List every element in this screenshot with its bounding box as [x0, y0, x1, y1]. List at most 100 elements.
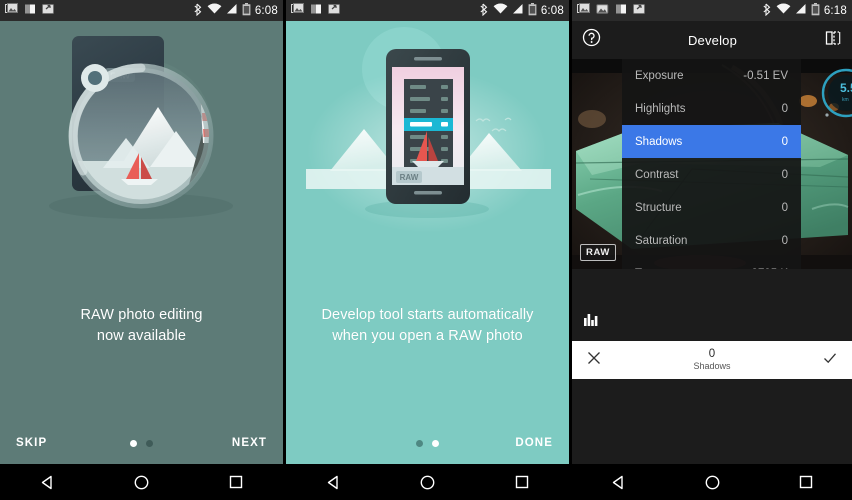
menu-item-value: 3795 K [752, 268, 788, 270]
back-icon[interactable] [39, 474, 56, 491]
menu-item-structure[interactable]: Structure 0 [622, 191, 801, 224]
home-icon[interactable] [419, 474, 436, 491]
battery-icon [811, 2, 820, 19]
onboarding-1-body: RAW photo editing now available [0, 21, 283, 464]
editor-workspace [572, 269, 852, 341]
status-bar-left-icons-3 [577, 3, 646, 18]
onboarding-screen-1: 6:08 RAW photo editing now available SKI… [0, 0, 283, 500]
status-bar-1: 6:08 [0, 0, 283, 21]
onboarding-1-headline-line2: now available [96, 328, 187, 344]
screenshot-icon [328, 3, 341, 18]
develop-editor-screen: 6:18 Develop 5. km RAW Exposure -0.51 EV… [572, 0, 852, 500]
adjustment-value: 0 [708, 348, 716, 361]
home-icon[interactable] [133, 474, 150, 491]
menu-item-highlights[interactable]: Highlights 0 [622, 92, 801, 125]
screenshot-icon [42, 3, 55, 18]
bluetooth-icon [763, 3, 772, 19]
svg-text:RAW: RAW [400, 173, 419, 182]
menu-item-value: -0.51 EV [743, 69, 788, 82]
menu-item-label: Saturation [635, 234, 688, 247]
wifi-icon [776, 3, 791, 18]
photo-preview[interactable]: 5.5 km RAW [572, 59, 852, 269]
close-icon[interactable] [586, 350, 602, 371]
contrast-icon [310, 3, 322, 18]
lens-knob [81, 64, 109, 92]
status-bar-right-icons-2: 6:08 [480, 2, 564, 19]
photos-icon [5, 3, 18, 18]
onboarding-2-headline-line1: Develop tool starts automatically [321, 307, 534, 323]
screenshot-icon [633, 3, 646, 18]
compare-before-after-icon[interactable] [824, 29, 842, 52]
recents-icon[interactable] [798, 474, 814, 490]
wifi-icon [207, 3, 222, 18]
status-bar-left-icons-1 [5, 3, 55, 18]
onboarding-screen-2: 6:08 RAW Develop tool starts automatical… [286, 0, 569, 500]
android-nav-bar-2 [286, 464, 569, 500]
menu-item-label: Shadows [635, 135, 683, 148]
signal-icon [512, 3, 524, 18]
battery-icon [528, 2, 537, 19]
page-indicator-2 [286, 439, 569, 447]
menu-item-value: 0 [781, 102, 788, 115]
page-dot-2[interactable] [146, 439, 153, 447]
menu-item-label: Exposure [635, 69, 684, 82]
contrast-icon [615, 3, 627, 18]
raw-badge-illustration-2: RAW [396, 171, 422, 183]
menu-item-label: Temperature [635, 268, 700, 270]
page-dot-2[interactable] [432, 439, 439, 447]
recents-icon[interactable] [228, 474, 244, 490]
menu-item-exposure[interactable]: Exposure -0.51 EV [622, 59, 801, 92]
signal-icon [795, 3, 807, 18]
menu-item-value: 0 [781, 135, 788, 148]
menu-item-value: 0 [781, 168, 788, 181]
battery-icon [242, 2, 251, 19]
onboarding-2-body: RAW Develop tool starts automatically wh… [286, 21, 569, 464]
back-icon[interactable] [325, 474, 342, 491]
menu-item-label: Highlights [635, 102, 686, 115]
raw-badge: RAW [580, 244, 616, 261]
develop-app-bar: Develop [572, 21, 852, 59]
onboarding-2-headline-line2: when you open a RAW photo [332, 328, 523, 344]
check-icon[interactable] [822, 350, 838, 371]
photos-icon [577, 3, 590, 18]
photos-icon [291, 3, 304, 18]
page-dot-1[interactable] [416, 439, 423, 447]
status-bar-2: 6:08 [286, 0, 569, 21]
menu-item-temperature[interactable]: Temperature 3795 K [622, 257, 801, 270]
status-bar-right-icons-1: 6:08 [194, 2, 278, 19]
menu-item-contrast[interactable]: Contrast 0 [622, 158, 801, 191]
signal-icon [226, 3, 238, 18]
histogram-icon[interactable] [584, 312, 600, 331]
contrast-icon [24, 3, 36, 18]
android-nav-bar-3 [572, 464, 852, 500]
menu-item-value: 0 [781, 234, 788, 247]
image-icon [596, 3, 609, 18]
adjustment-label: Shadows [693, 361, 731, 372]
status-bar-right-icons-3: 6:18 [763, 2, 847, 19]
page-indicator-1 [0, 439, 283, 447]
bluetooth-icon [194, 3, 203, 19]
raw-photo-lighthouse-illustration: RAW [0, 21, 283, 301]
bluetooth-icon [480, 3, 489, 19]
recents-icon[interactable] [514, 474, 530, 490]
menu-item-label: Structure [635, 201, 682, 214]
develop-adjustments-menu[interactable]: Exposure -0.51 EV Highlights 0 Shadows 0… [622, 59, 801, 269]
onboarding-1-headline-line1: RAW photo editing [80, 307, 203, 323]
onboarding-1-footer: SKIP NEXT [0, 422, 283, 464]
status-bar-clock-1: 6:08 [254, 4, 278, 17]
page-dot-1[interactable] [130, 439, 137, 447]
back-icon[interactable] [610, 474, 627, 491]
menu-item-label: Contrast [635, 168, 679, 181]
status-bar-clock-2: 6:08 [540, 4, 564, 17]
status-bar-clock-3: 6:18 [823, 4, 847, 17]
menu-item-saturation[interactable]: Saturation 0 [622, 224, 801, 257]
home-icon[interactable] [704, 474, 721, 491]
menu-item-shadows[interactable]: Shadows 0 [622, 125, 801, 158]
svg-text:km: km [842, 97, 849, 103]
svg-text:5.5: 5.5 [840, 81, 852, 95]
onboarding-2-headline: Develop tool starts automatically when y… [321, 305, 533, 347]
help-circle-icon[interactable] [582, 28, 601, 52]
android-nav-bar-1 [0, 464, 283, 500]
menu-item-value: 0 [781, 201, 788, 214]
current-adjustment-readout: 0 Shadows [602, 348, 822, 372]
